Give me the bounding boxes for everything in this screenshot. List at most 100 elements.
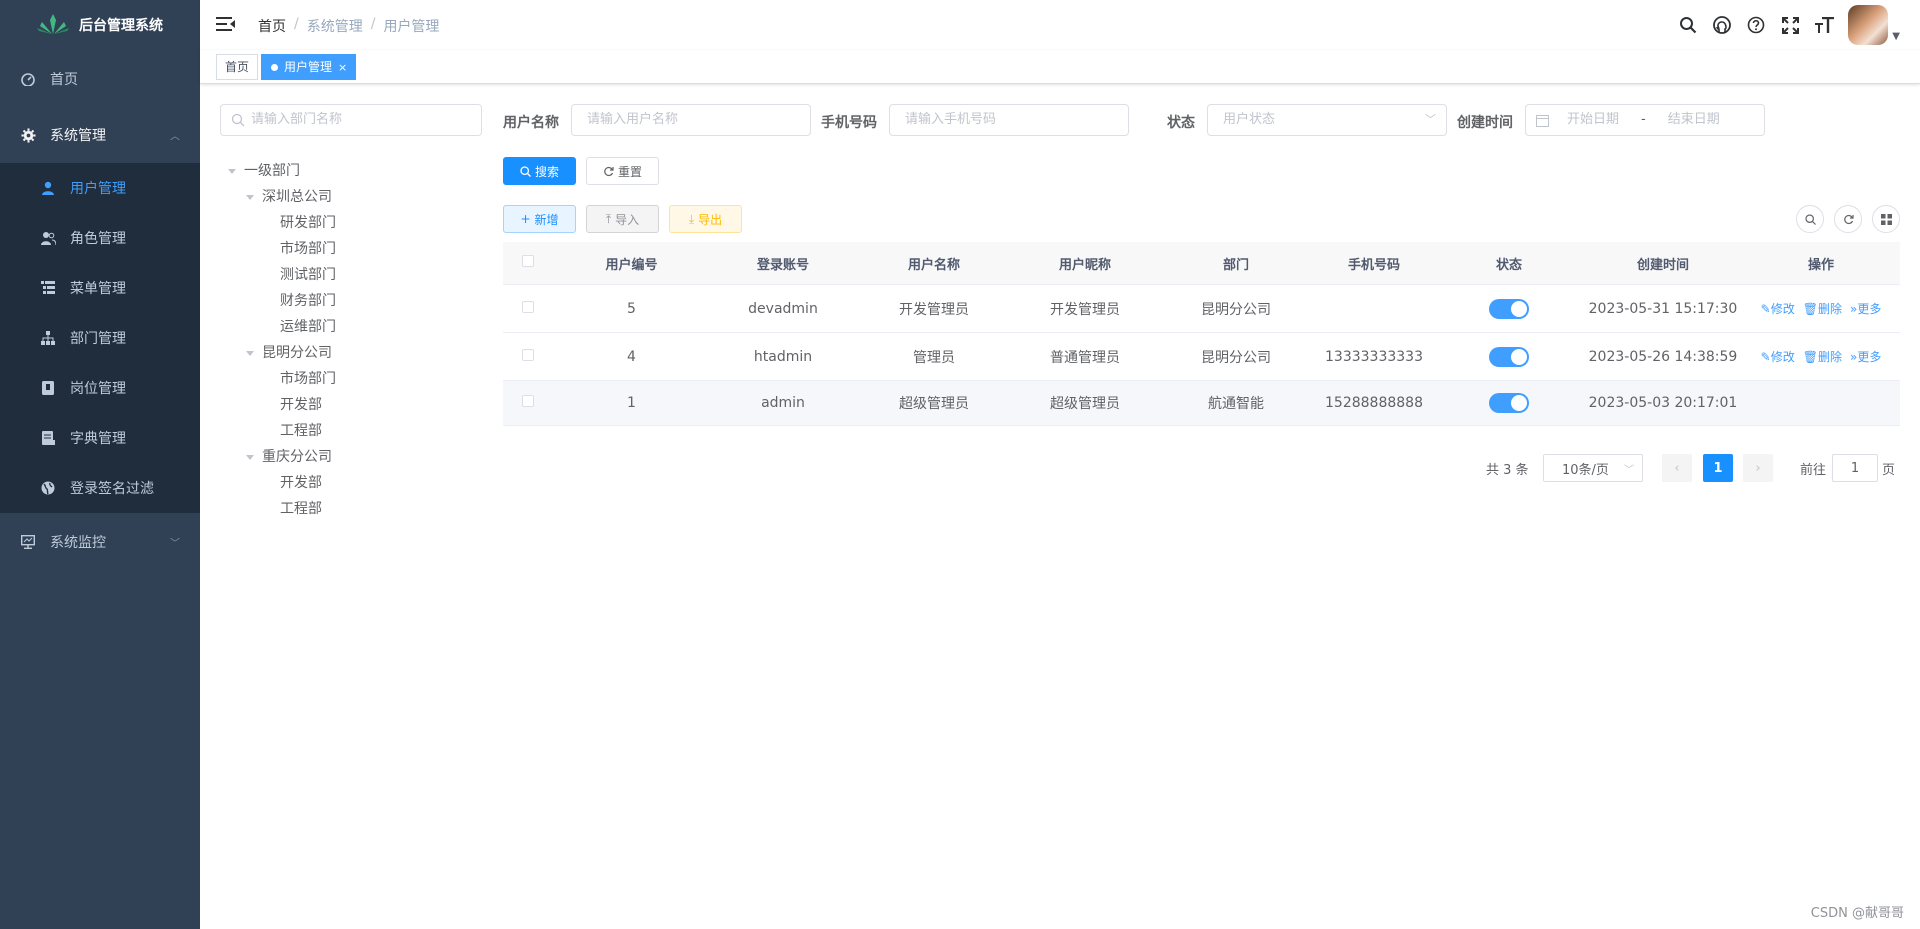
user-id: 4 (627, 348, 636, 365)
question-icon[interactable] (1746, 15, 1766, 35)
goto-page-input[interactable]: 1 (1832, 454, 1878, 482)
user-table: 用户编号 登录账号 用户名称 用户昵称 部门 手机号码 状态 创建时间 操作 5… (503, 242, 1900, 426)
caret-icon[interactable] (246, 194, 254, 200)
username-input[interactable]: 请输入用户名称 (571, 104, 811, 136)
row-select-cell (503, 395, 553, 411)
tree-node[interactable]: 财务部门 (220, 288, 482, 314)
tree-node[interactable]: 开发部 (220, 470, 482, 496)
tree-node[interactable]: 市场部门 (220, 366, 482, 392)
tree-node[interactable]: 昆明分公司 (220, 340, 482, 366)
user-id: 1 (627, 395, 636, 411)
edit-link[interactable]: ✎修改 (1761, 300, 1795, 317)
caret-down-icon[interactable]: ▼ (1892, 31, 1900, 42)
sidebar-item-system[interactable]: 系统管理 ︿ (0, 107, 200, 163)
sidebar-item-home[interactable]: 首页 (0, 50, 200, 107)
user-nickname: 开发管理员 (1050, 301, 1120, 318)
delete-link[interactable]: 🗑删除 (1803, 300, 1842, 317)
github-icon[interactable] (1712, 15, 1732, 35)
date-range-picker[interactable]: 开始日期 - 结束日期 (1525, 104, 1765, 136)
table-row[interactable]: 1 admin 超级管理员 超级管理员 航通智能 15288888888 202… (503, 381, 1900, 426)
table-row[interactable]: 4 htadmin 管理员 普通管理员 昆明分公司 13333333333 20… (503, 333, 1900, 381)
columns-button[interactable] (1872, 205, 1900, 233)
tree-node-label: 重庆分公司 (262, 449, 332, 465)
toggle-search-button[interactable] (1796, 205, 1824, 233)
dept-search-input[interactable]: 请输入部门名称 (220, 104, 482, 136)
more-label: 更多 (1857, 350, 1882, 364)
page-size-select[interactable]: 10条/页 ﹀ (1543, 454, 1643, 482)
sidebar-item-label: 系统监控 (50, 534, 106, 551)
caret-icon[interactable] (246, 350, 254, 356)
column-header: 创建时间 (1636, 257, 1689, 273)
sidebar-item-dict[interactable]: 字典管理 (0, 413, 200, 463)
refresh-icon (604, 166, 614, 176)
tree-node[interactable]: 一级部门 (220, 158, 482, 184)
sidebar-item-posts[interactable]: 岗位管理 (0, 363, 200, 413)
tree-node-label: 工程部 (280, 501, 322, 517)
fullscreen-icon[interactable] (1780, 15, 1800, 35)
table-row[interactable]: 5 devadmin 开发管理员 开发管理员 昆明分公司 2023-05-31 … (503, 285, 1900, 333)
tree-node[interactable]: 市场部门 (220, 236, 482, 262)
row-checkbox[interactable] (522, 300, 534, 313)
close-icon[interactable]: × (338, 61, 347, 74)
delete-label: 删除 (1817, 350, 1842, 364)
sidebar-item-login-filter[interactable]: 登录签名过滤 (0, 463, 200, 513)
sidebar-item-label: 角色管理 (70, 231, 126, 247)
tree-node[interactable]: 深圳总公司 (220, 184, 482, 210)
status-switch[interactable] (1489, 298, 1529, 319)
sidebar-item-label: 部门管理 (70, 331, 126, 347)
font-size-icon[interactable] (1814, 15, 1834, 35)
tag-home[interactable]: 首页 (216, 54, 259, 80)
tree-node[interactable]: 工程部 (220, 418, 482, 444)
created-time-label: 创建时间 (1457, 115, 1513, 131)
dict-icon (40, 430, 56, 446)
select-all-checkbox[interactable] (522, 255, 534, 267)
tree-node[interactable]: 研发部门 (220, 210, 482, 236)
refresh-button[interactable] (1834, 205, 1862, 233)
more-link[interactable]: »更多 (1850, 348, 1881, 365)
status-select[interactable]: 用户状态 ﹀ (1207, 104, 1447, 136)
next-page-button[interactable]: › (1743, 454, 1773, 482)
user-nickname: 普通管理员 (1050, 349, 1120, 366)
caret-icon[interactable] (246, 454, 254, 460)
tag-user-management[interactable]: 用户管理 × (261, 54, 357, 80)
avatar[interactable] (1848, 5, 1889, 45)
hamburger-icon[interactable] (216, 14, 236, 34)
sidebar-item-depts[interactable]: 部门管理 (0, 313, 200, 363)
search-button[interactable]: 搜索 (503, 157, 576, 185)
username-label: 用户名称 (503, 115, 559, 131)
caret-icon[interactable] (228, 168, 236, 174)
breadcrumb-home[interactable]: 首页 (258, 16, 286, 36)
logo[interactable]: 后台管理系统 (0, 0, 200, 50)
search-icon[interactable] (1678, 15, 1698, 35)
sidebar-item-monitor[interactable]: 系统监控 ﹀ (0, 513, 200, 570)
row-checkbox[interactable] (522, 395, 534, 407)
login-account: admin (761, 395, 805, 411)
tree-node[interactable]: 开发部 (220, 392, 482, 418)
ops-cell: ✎修改 🗑删除 »更多 (1742, 348, 1900, 365)
phone-placeholder: 请输入手机号码 (905, 112, 997, 127)
prev-page-button[interactable]: ‹ (1662, 454, 1692, 482)
sidebar-item-menus[interactable]: 菜单管理 (0, 263, 200, 313)
sidebar-item-roles[interactable]: 角色管理 (0, 213, 200, 263)
tree-node[interactable]: 重庆分公司 (220, 444, 482, 470)
edit-link[interactable]: ✎修改 (1761, 348, 1795, 365)
row-checkbox[interactable] (522, 348, 534, 361)
phone-input[interactable]: 请输入手机号码 (889, 104, 1129, 136)
export-button[interactable]: ⤓ 导出 (669, 205, 742, 233)
range-separator: - (1641, 112, 1646, 127)
sidebar-item-users[interactable]: 用户管理 (0, 163, 200, 213)
refresh-icon (1843, 214, 1854, 224)
page-number-current[interactable]: 1 (1703, 454, 1733, 482)
tree-node[interactable]: 运维部门 (220, 314, 482, 340)
more-link[interactable]: »更多 (1850, 300, 1881, 317)
tree-node[interactable]: 测试部门 (220, 262, 482, 288)
status-switch[interactable] (1489, 393, 1529, 413)
delete-link[interactable]: 🗑删除 (1803, 348, 1842, 365)
status-switch[interactable] (1489, 346, 1529, 367)
sidebar-item-label: 用户管理 (70, 181, 126, 197)
tree-node[interactable]: 工程部 (220, 496, 482, 522)
import-button[interactable]: ⤒ 导入 (586, 205, 659, 233)
start-date-placeholder: 开始日期 (1567, 112, 1620, 127)
add-button[interactable]: + 新增 (503, 205, 576, 233)
reset-button[interactable]: 重置 (586, 157, 659, 185)
